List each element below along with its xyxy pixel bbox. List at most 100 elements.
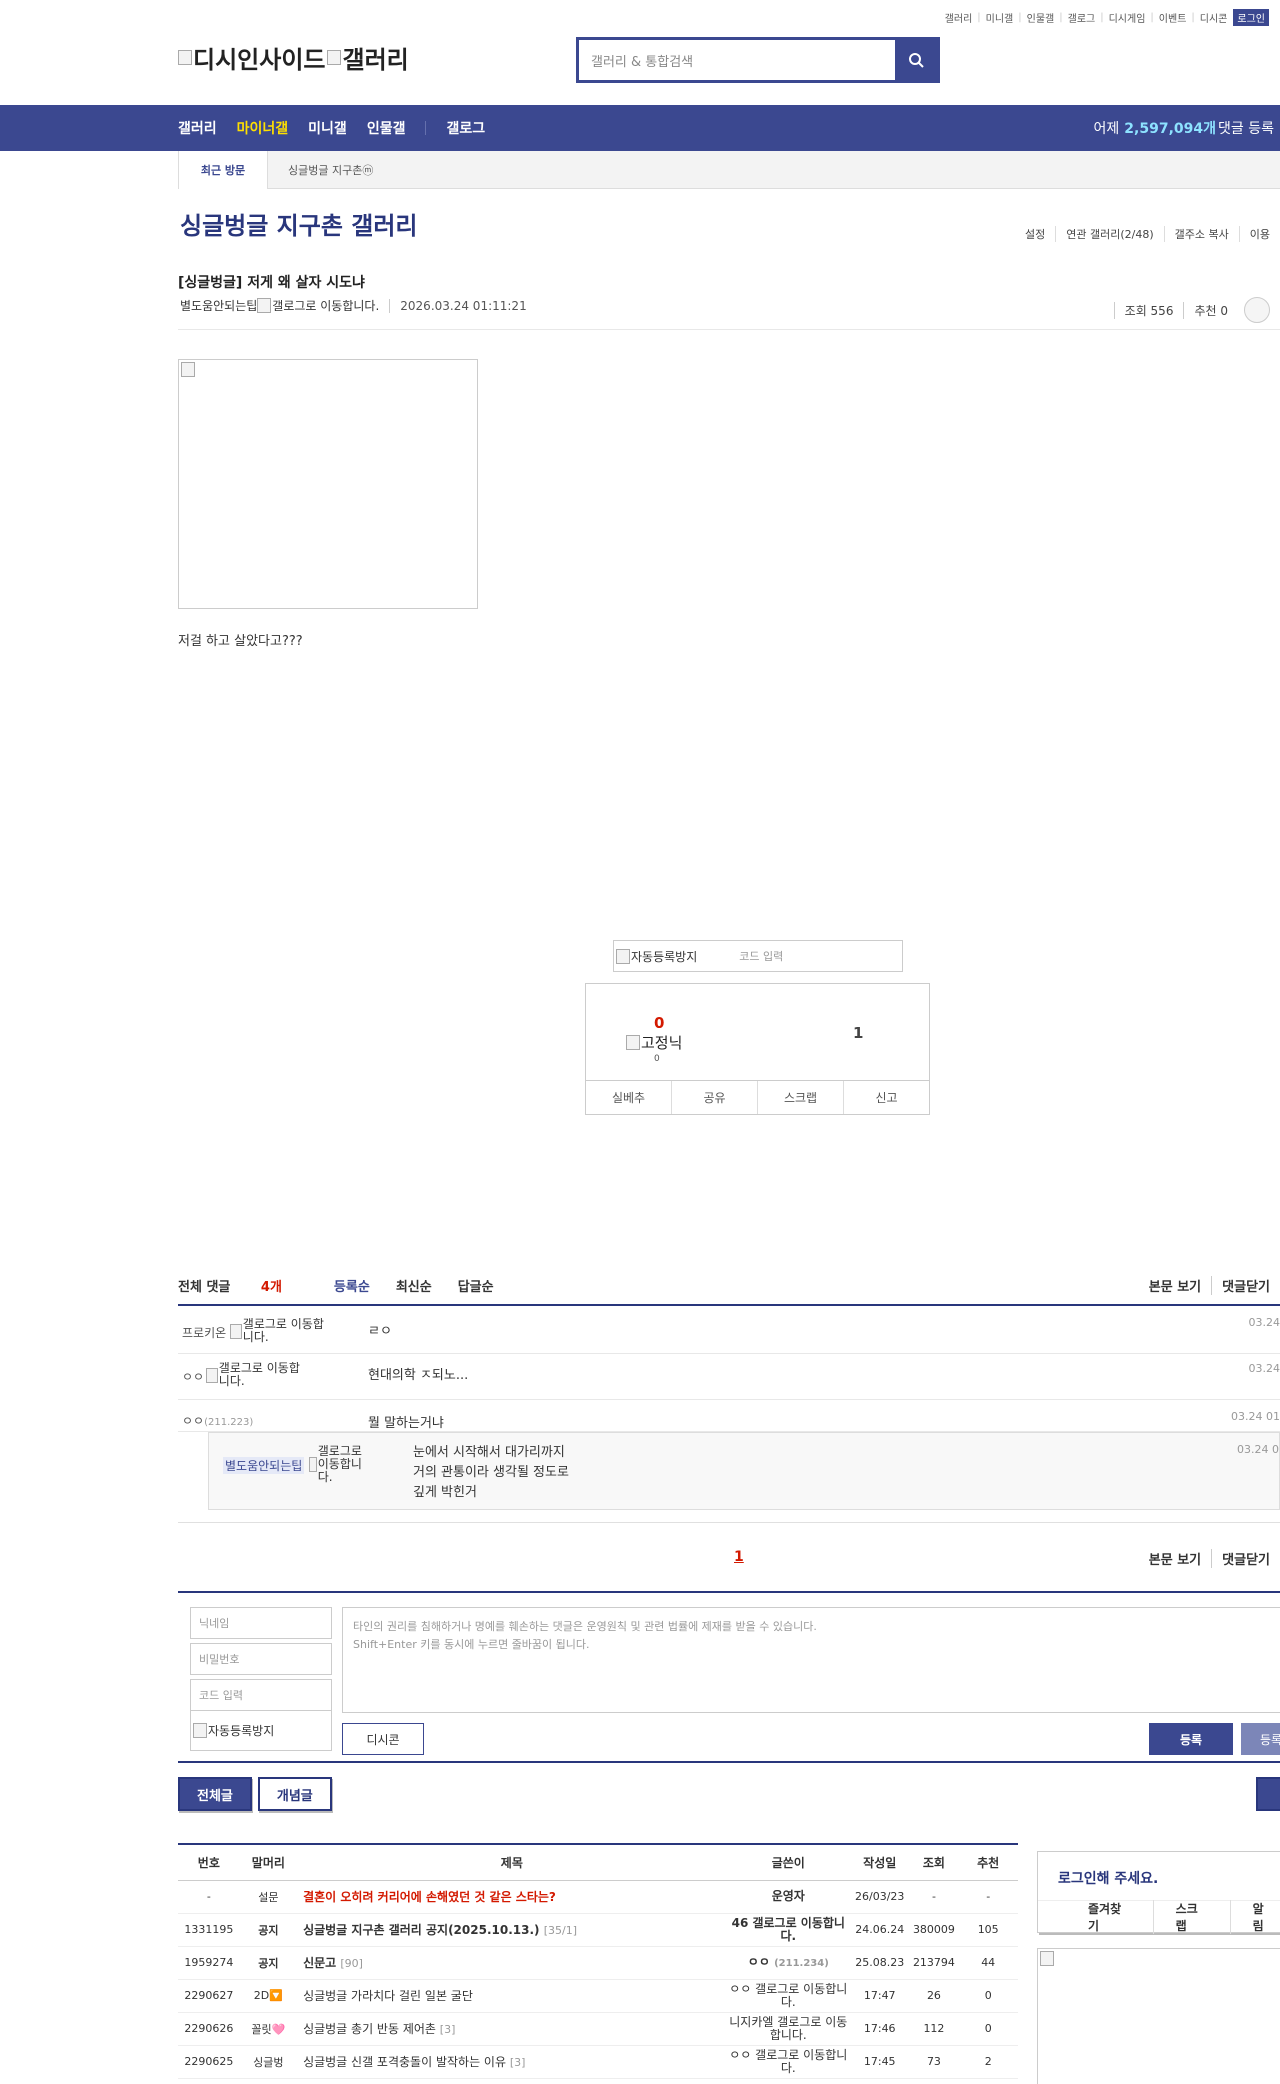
comment-write-form: 닉네임 비밀번호 코드 입력 자동등록방지 타인의 권리를 침해하거나 명예를 … xyxy=(178,1591,1280,1763)
comment-nick[interactable]: ㅇㅇ(211.223) xyxy=(182,1412,253,1429)
comment-header: 전체 댓글 4개 등록순 최신순 답글순 본문 보기 댓글닫기 xyxy=(178,1272,1280,1306)
fixed-nick-upvote-count: 0 xyxy=(654,1054,660,1064)
row-title[interactable]: 싱글벙글 가라치다 걸린 일본 굴단 xyxy=(297,1979,727,2013)
row-writer[interactable]: 니지카엘 갤로그로 이동합니다. xyxy=(726,2012,850,2046)
util-link-dccon[interactable]: 디시콘 xyxy=(1200,10,1228,25)
post-image[interactable] xyxy=(178,359,478,609)
util-link-persongall[interactable]: 인물갤 xyxy=(1027,10,1055,25)
row-title[interactable]: 싱글벙글 총기 반동 제어촌 [3] xyxy=(297,2012,727,2046)
fixed-nick-upvote-image[interactable]: 고정닉 xyxy=(626,1032,682,1053)
comment-textarea[interactable]: 타인의 권리를 침해하거나 명예를 훼손하는 댓글은 운영원칙 및 관련 법률에… xyxy=(342,1607,1280,1713)
sidebar-ad[interactable] xyxy=(1037,1948,1280,2084)
post-list-table: 번호 말머리 제목 글쓴이 작성일 조회 추천 - 설문 결혼이 오히려 커리어… xyxy=(178,1843,1018,2079)
sort-by-registration[interactable]: 등록순 xyxy=(334,1276,370,1295)
row-writer[interactable]: ㅇㅇ 갤로그로 이동합니다. xyxy=(726,1979,850,2013)
report-button[interactable]: 신고 xyxy=(843,1081,929,1114)
tab-all-posts[interactable]: 전체글 xyxy=(178,1777,252,1811)
comment-ip: (211.223) xyxy=(204,1417,254,1428)
site-logo[interactable]: 디시인사이드 갤러리 xyxy=(178,40,409,75)
reply-line: 눈에서 시작해서 대가리까지 xyxy=(413,1445,565,1460)
copy-gallery-url-link[interactable]: 갤주소 복사 xyxy=(1163,226,1239,242)
reply-line: 거의 관통이라 생각될 정도로 xyxy=(413,1465,569,1480)
comment-nick[interactable]: 프로키온 xyxy=(182,1324,226,1341)
row-writer[interactable]: ㅇㅇ (211.234) xyxy=(726,1946,850,1980)
comment-nick[interactable]: ㅇㅇ xyxy=(182,1368,204,1385)
nav-mini-gallery[interactable]: 미니갤 xyxy=(308,118,347,138)
search-button[interactable] xyxy=(895,40,937,80)
row-writer[interactable]: ㅇㅇ 갤로그로 이동합니다. xyxy=(726,2045,850,2079)
search-bar: 갤러리 & 통합검색 xyxy=(576,37,940,83)
post-author[interactable]: 별도움안되는팁 xyxy=(180,297,257,314)
nav-gallery[interactable]: 갤러리 xyxy=(178,118,217,138)
gallog-icon[interactable]: 갤로그로 이동합니다. xyxy=(230,1318,330,1344)
util-link-dcgame[interactable]: 디시게임 xyxy=(1109,10,1146,25)
post-title: [싱글벙글] 저게 왜 살자 시도냐 xyxy=(178,275,365,291)
gallog-icon[interactable]: 갤로그로 이동합니다. xyxy=(309,1445,369,1484)
util-link-minigall[interactable]: 미니갤 xyxy=(986,10,1014,25)
row-title[interactable]: 싱글벙글 신갤 포격충돌이 발작하는 이유 [3] xyxy=(297,2045,727,2079)
recent-visit-item[interactable]: 싱글벙글 지구촌ⓜ xyxy=(288,162,373,178)
login-prompt[interactable]: 로그인해 주세요. xyxy=(1058,1868,1158,1888)
scrap-link[interactable]: 스크랩 xyxy=(1152,1899,1230,1934)
nickname-input[interactable]: 닉네임 xyxy=(190,1607,332,1639)
util-link-event[interactable]: 이벤트 xyxy=(1159,10,1187,25)
util-link-gallog[interactable]: 갤로그 xyxy=(1068,10,1096,25)
table-row[interactable]: 1331195 공지 싱글벙글 지구촌 갤러리 공지(2025.10.13.) … xyxy=(178,1913,1018,1947)
sort-by-latest[interactable]: 최신순 xyxy=(396,1276,432,1295)
row-title[interactable]: 싱글벙글 지구촌 갤러리 공지(2025.10.13.) [35/1] xyxy=(297,1913,727,1947)
row-writer[interactable]: 운영자 xyxy=(726,1880,850,1914)
view-post-link[interactable]: 본문 보기 xyxy=(1139,1276,1211,1295)
recent-visits-title[interactable]: 최근 방문 xyxy=(178,150,268,189)
table-row[interactable]: - 설문 결혼이 오히려 커리어에 손해였던 것 같은 스타는? 운영자 26/… xyxy=(178,1880,1018,1914)
table-row[interactable]: 2290625 싱글벙 싱글벙글 신갤 포격충돌이 발작하는 이유 [3] ㅇㅇ… xyxy=(178,2045,1018,2079)
comment-page-1[interactable]: 1 xyxy=(734,1549,744,1565)
table-row[interactable]: 1959274 공지 신문고 [90] ㅇㅇ (211.234) 25.08.2… xyxy=(178,1946,1018,1980)
gallog-icon[interactable]: 갤로그로 이동합니다. xyxy=(257,297,379,314)
row-writer[interactable]: 46 갤로그로 이동합니다. xyxy=(726,1913,850,1947)
dccon-button[interactable]: 디시콘 xyxy=(342,1723,424,1755)
favorites-link[interactable]: 즐겨찾기 xyxy=(1038,1900,1153,1934)
comment-total-label: 전체 댓글 xyxy=(178,1280,231,1295)
gallery-title[interactable]: 싱글벙글 지구촌 갤러리 xyxy=(180,206,418,241)
register-secondary-button[interactable]: 등록 xyxy=(1241,1723,1280,1755)
password-input[interactable]: 비밀번호 xyxy=(190,1643,332,1675)
view-post-link[interactable]: 본문 보기 xyxy=(1139,1549,1211,1568)
util-link-gallery[interactable]: 갤러리 xyxy=(945,10,973,25)
gallog-icon[interactable]: 갤로그로 이동합니다. xyxy=(206,1362,306,1388)
recent-visits-bar: 최근 방문 싱글벙글 지구촌ⓜ xyxy=(178,150,1280,189)
related-gallery-link[interactable]: 연관 갤러리(2/48) xyxy=(1055,226,1163,242)
more-options-icon[interactable] xyxy=(1244,297,1270,323)
comment-total: 전체 댓글 4개 xyxy=(178,1276,308,1295)
row-date: 17:46 xyxy=(849,2012,910,2046)
post-date: 2026.03.24 01:11:21 xyxy=(389,298,527,313)
table-row[interactable]: 2290627 2D🔽 싱글벙글 가라치다 걸린 일본 굴단 ㅇㅇ 갤로그로 이… xyxy=(178,1979,1018,2013)
nav-minor-gallery[interactable]: 마이너갤 xyxy=(237,118,289,138)
captcha-image: 자동등록방지 xyxy=(190,1711,332,1751)
row-views: 213794 xyxy=(909,1946,959,1980)
usage-link[interactable]: 이용 xyxy=(1238,226,1280,242)
row-title-text: 신문고 xyxy=(303,1956,337,1970)
nav-gallog[interactable]: 갤로그 xyxy=(446,118,485,138)
reply-nick[interactable]: 별도움안되는팁 xyxy=(223,1457,305,1474)
real-best-recommend-button[interactable]: 실베추 xyxy=(586,1081,671,1114)
tab-concept-posts[interactable]: 개념글 xyxy=(257,1777,332,1811)
search-input[interactable]: 갤러리 & 통합검색 xyxy=(579,40,895,80)
nav-person-gallery[interactable]: 인물갤 xyxy=(367,118,406,138)
gallery-settings-link[interactable]: 설정 xyxy=(1015,226,1055,242)
close-comments-link[interactable]: 댓글닫기 xyxy=(1211,1549,1280,1568)
share-button[interactable]: 공유 xyxy=(671,1081,757,1114)
login-button[interactable]: 로그인 xyxy=(1233,9,1269,26)
register-button[interactable]: 등록 xyxy=(1149,1723,1233,1755)
col-date: 작성일 xyxy=(849,1844,910,1881)
sort-by-replies[interactable]: 답글순 xyxy=(458,1276,494,1295)
captcha-code-input[interactable]: 코드 입력 xyxy=(190,1679,332,1711)
notifications-link[interactable]: 알림 xyxy=(1229,1899,1280,1934)
captcha-code-input[interactable]: 코드 입력 xyxy=(739,948,783,964)
row-title[interactable]: 결혼이 오히려 커리어에 손해였던 것 같은 스타는? xyxy=(297,1880,727,1914)
scrap-button[interactable]: 스크랩 xyxy=(757,1081,843,1114)
row-title[interactable]: 신문고 [90] xyxy=(297,1946,727,1980)
write-post-button[interactable] xyxy=(1256,1777,1280,1811)
close-comments-link[interactable]: 댓글닫기 xyxy=(1211,1276,1280,1295)
comment-count: 4개 xyxy=(260,1280,282,1295)
table-row[interactable]: 2290626 꼴릿🩷 싱글벙글 총기 반동 제어촌 [3] 니지카엘 갤로그로… xyxy=(178,2012,1018,2046)
